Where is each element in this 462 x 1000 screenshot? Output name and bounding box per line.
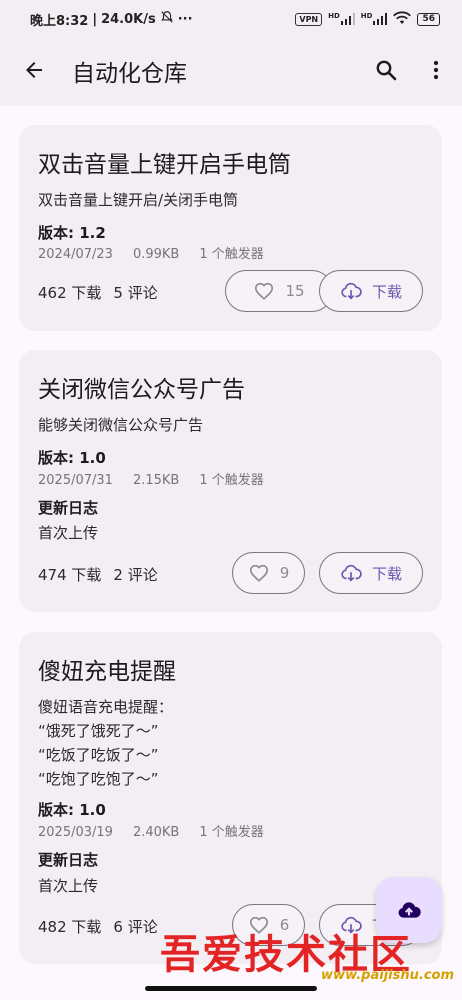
like-button[interactable]: 9: [232, 552, 305, 594]
comment-count[interactable]: 2 评论: [113, 566, 157, 584]
script-description: 双击音量上键开启/关闭手电筒: [38, 191, 239, 209]
page-title: 自动化仓库: [72, 61, 187, 87]
script-version: 版本: 1.2: [38, 224, 106, 242]
more-vert-icon[interactable]: [424, 58, 448, 82]
battery-indicator: 56: [417, 12, 440, 26]
search-icon[interactable]: [374, 58, 398, 82]
script-card[interactable]: 关闭微信公众号广告 能够关闭微信公众号广告 版本: 1.0 2025/07/31…: [19, 350, 442, 612]
script-stats: 482 下载 6 评论: [38, 916, 158, 937]
script-meta: 2024/07/23 0.99KB 1 个触发器: [38, 243, 284, 262]
download-button[interactable]: 下载: [319, 552, 423, 594]
mute-icon: [160, 10, 174, 28]
changelog-text: 首次上传: [38, 524, 99, 542]
arrow-left-icon[interactable]: [22, 58, 46, 82]
script-date: 2024/07/23: [38, 247, 113, 262]
download-label: 下载: [371, 564, 402, 583]
script-date: 2025/07/31: [38, 473, 113, 488]
changelog-title: 更新日志: [38, 499, 99, 517]
wifi-icon: [393, 10, 412, 28]
comment-count[interactable]: 5 评论: [113, 284, 157, 302]
script-size: 0.99KB: [132, 247, 180, 262]
changelog-text: 首次上传: [38, 877, 99, 895]
script-size: 2.15KB: [132, 473, 180, 488]
vpn-badge: VPN: [295, 12, 323, 26]
status-dots: ···: [177, 11, 193, 27]
download-count: 474 下载: [38, 566, 102, 584]
script-version: 版本: 1.0: [38, 449, 106, 467]
script-stats: 474 下载 2 评论: [38, 564, 158, 585]
signal-icon-2: HD: [361, 13, 388, 25]
script-description: 能够关闭微信公众号广告: [38, 416, 204, 434]
changelog-title: 更新日志: [38, 851, 99, 869]
heart-icon: [255, 282, 274, 300]
heart-icon: [249, 564, 268, 582]
script-card[interactable]: 双击音量上键开启手电筒 双击音量上键开启/关闭手电筒 版本: 1.2 2024/…: [19, 125, 442, 331]
script-version: 版本: 1.0: [38, 801, 106, 819]
script-triggers: 1 个触发器: [199, 825, 264, 840]
like-button[interactable]: 15: [225, 270, 333, 312]
script-meta: 2025/03/19 2.40KB 1 个触发器: [38, 821, 284, 840]
signal-icon-1: HD: [328, 13, 355, 25]
comment-count[interactable]: 6 评论: [113, 918, 157, 936]
cloud-download-icon: [341, 282, 362, 300]
like-count: 15: [285, 282, 305, 300]
download-count: 482 下载: [38, 918, 102, 936]
watermark-url: www.paijishu.com: [321, 968, 454, 983]
download-count: 462 下载: [38, 284, 102, 302]
script-triggers: 1 个触发器: [199, 473, 264, 488]
script-description: 傻妞语音充电提醒： “饿死了饿死了～” “吃饭了吃饭了～” “吃饱了吃饱了～”: [38, 698, 174, 788]
status-time: 晚上8:32: [30, 13, 89, 29]
cloud-upload-icon: [398, 902, 421, 918]
script-title: 关闭微信公众号广告: [38, 377, 245, 403]
status-bar: 晚上8:32 | 24.0K/s ··· VPN HD HD 56: [0, 0, 462, 38]
script-stats: 462 下载 5 评论: [38, 282, 158, 303]
app-bar: 自动化仓库: [0, 38, 462, 106]
like-count: 9: [279, 564, 290, 582]
script-triggers: 1 个触发器: [199, 247, 264, 262]
script-title: 傻妞充电提醒: [38, 659, 176, 685]
home-indicator[interactable]: [145, 986, 317, 991]
status-separator: |: [92, 11, 98, 27]
script-title: 双击音量上键开启手电筒: [38, 152, 291, 178]
download-label: 下载: [371, 282, 402, 301]
cloud-download-icon: [341, 564, 362, 582]
script-date: 2025/03/19: [38, 825, 113, 840]
watermark: 吾爱技术社区 www.paijishu.com: [160, 922, 460, 994]
download-button[interactable]: 下载: [319, 270, 423, 312]
script-meta: 2025/07/31 2.15KB 1 个触发器: [38, 469, 284, 488]
status-speed: 24.0K/s: [101, 11, 156, 27]
script-size: 2.40KB: [132, 825, 180, 840]
